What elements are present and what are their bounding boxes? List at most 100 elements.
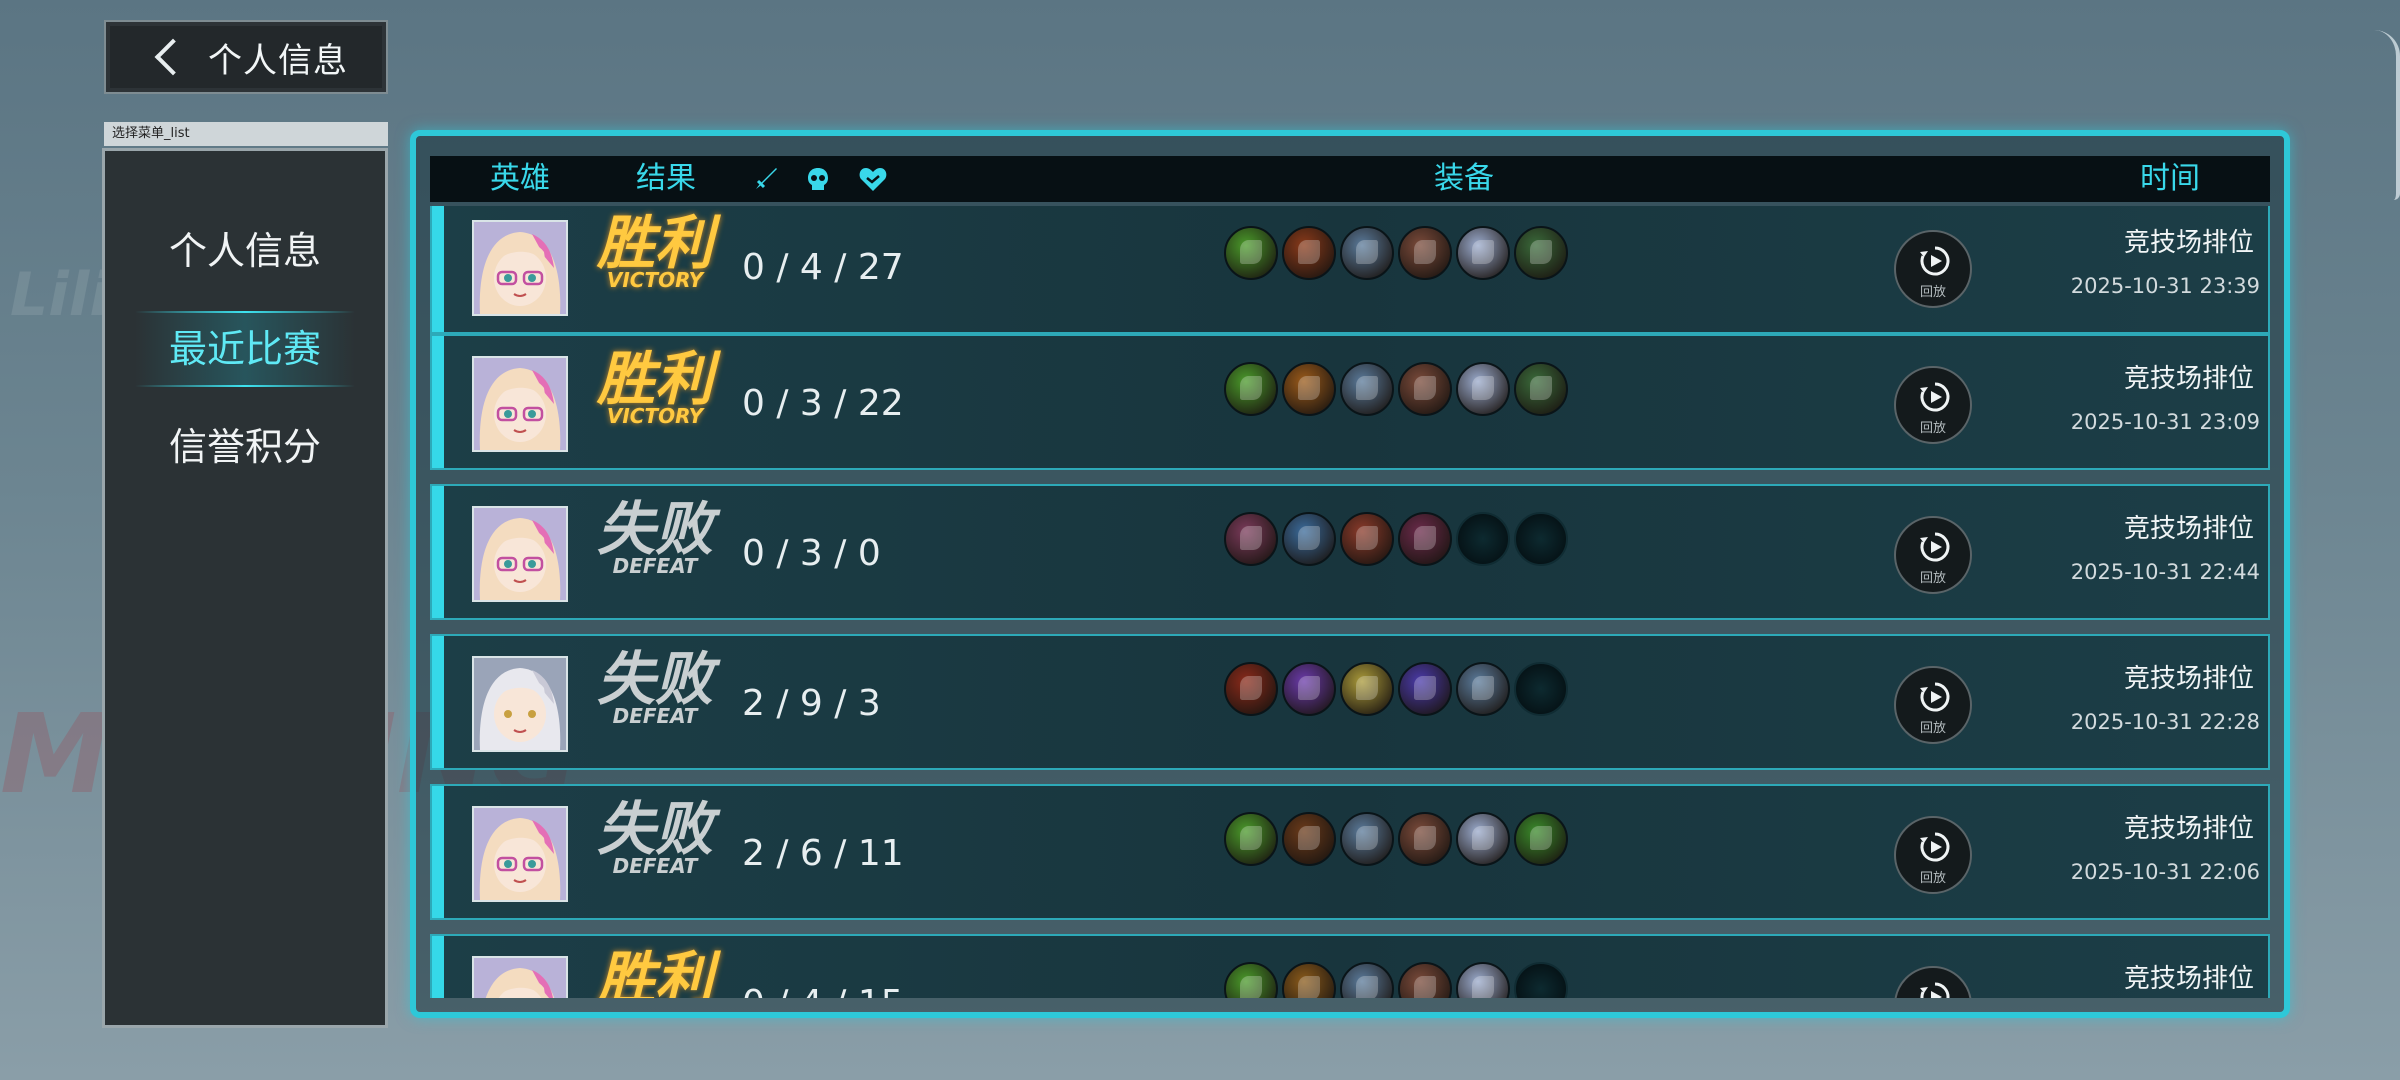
equipment-item-icon[interactable] — [1224, 662, 1278, 716]
replay-button[interactable]: 回放 — [1894, 516, 1972, 594]
equipment-item-icon[interactable] — [1340, 812, 1394, 866]
equipment-item-icon[interactable] — [1456, 226, 1510, 280]
kda-stats: 2 / 9 / 3 — [742, 683, 881, 724]
equipment-item-icon[interactable] — [1340, 362, 1394, 416]
equipment-list — [1224, 812, 1568, 866]
replay-button[interactable]: 回放 — [1894, 230, 1972, 308]
equipment-item-icon[interactable] — [1456, 962, 1510, 998]
item-slot-empty[interactable] — [1514, 962, 1568, 998]
header-result: 结果 — [636, 161, 696, 196]
match-row[interactable]: 失败 DEFEAT 0 / 3 / 0 回放 竞技场排位 2025-10-31 … — [430, 484, 2270, 620]
replay-icon — [1920, 532, 1950, 562]
equipment-item-icon[interactable] — [1282, 226, 1336, 280]
game-mode: 竞技场排位 — [2123, 964, 2254, 994]
hero-avatar[interactable] — [472, 806, 568, 902]
menu-caption: 选择菜单_list — [104, 122, 388, 146]
hero-avatar[interactable] — [472, 220, 568, 316]
back-button[interactable]: 个人信息 — [104, 20, 388, 94]
table-header: 英雄 结果 装备 时间 — [430, 156, 2270, 202]
replay-button[interactable]: 回放 — [1894, 816, 1972, 894]
row-accent-bar — [432, 636, 444, 768]
equipment-list — [1224, 226, 1568, 280]
equipment-item-icon[interactable] — [1224, 812, 1278, 866]
result-text: 失败 — [596, 795, 713, 863]
equipment-item-icon[interactable] — [1282, 962, 1336, 998]
match-row[interactable]: 胜利 VICTORY 0 / 4 / 15 回放 竞技场排位 — [430, 934, 2270, 998]
match-result: 胜利 VICTORY — [590, 346, 720, 426]
equipment-item-icon[interactable] — [1282, 362, 1336, 416]
equipment-item-icon[interactable] — [1282, 812, 1336, 866]
hero-avatar[interactable] — [472, 356, 568, 452]
equipment-item-icon[interactable] — [1224, 512, 1278, 566]
game-mode: 竞技场排位 — [2123, 228, 2254, 258]
equipment-item-icon[interactable] — [1398, 962, 1452, 998]
equipment-item-icon[interactable] — [1398, 662, 1452, 716]
item-slot-empty[interactable] — [1514, 512, 1568, 566]
row-accent-bar — [432, 336, 444, 468]
equipment-item-icon[interactable] — [1514, 812, 1568, 866]
equipment-item-icon[interactable] — [1514, 226, 1568, 280]
match-row[interactable]: 胜利 VICTORY 0 / 3 / 22 回放 竞技场排位 2025-10-3… — [430, 334, 2270, 470]
replay-label: 回放 — [1919, 871, 1946, 886]
item-slot-empty[interactable] — [1456, 512, 1510, 566]
match-time: 2025-10-31 22:06 — [2070, 860, 2260, 884]
equipment-item-icon[interactable] — [1398, 226, 1452, 280]
equipment-list — [1224, 962, 1568, 998]
match-result: 失败 DEFEAT — [590, 646, 720, 726]
equipment-item-icon[interactable] — [1224, 362, 1278, 416]
replay-button[interactable]: 回放 — [1894, 666, 1972, 744]
replay-label: 回放 — [1919, 721, 1946, 736]
game-mode: 竞技场排位 — [2123, 664, 2254, 694]
match-result: 失败 DEFEAT — [590, 496, 720, 576]
match-time: 2025-10-31 23:39 — [2070, 274, 2260, 298]
equipment-item-icon[interactable] — [1340, 662, 1394, 716]
replay-label: 回放 — [1919, 571, 1946, 586]
kda-stats: 0 / 4 / 27 — [742, 247, 904, 288]
equipment-item-icon[interactable] — [1398, 362, 1452, 416]
kda-stats: 0 / 4 / 15 — [742, 936, 904, 998]
header-time: 时间 — [2140, 161, 2200, 196]
equipment-item-icon[interactable] — [1224, 962, 1278, 998]
item-slot-empty[interactable] — [1514, 662, 1568, 716]
equipment-item-icon[interactable] — [1456, 662, 1510, 716]
equipment-list — [1224, 362, 1568, 416]
match-list[interactable]: 胜利 VICTORY 0 / 4 / 27 回放 竞技场排位 2025-10-3… — [430, 206, 2270, 998]
result-text: 胜利 — [596, 209, 713, 277]
equipment-item-icon[interactable] — [1340, 962, 1394, 998]
back-button-label: 个人信息 — [208, 40, 348, 81]
equipment-item-icon[interactable] — [1282, 662, 1336, 716]
row-accent-bar — [432, 206, 444, 332]
result-text: 胜利 — [596, 345, 713, 413]
hero-avatar[interactable] — [472, 506, 568, 602]
menu-item-profile[interactable]: 个人信息 — [135, 213, 355, 289]
menu-item-recent-matches[interactable]: 最近比赛 — [135, 311, 355, 387]
equipment-item-icon[interactable] — [1224, 226, 1278, 280]
equipment-item-icon[interactable] — [1398, 512, 1452, 566]
edge-swipe-handle[interactable] — [2374, 30, 2400, 200]
equipment-item-icon[interactable] — [1340, 512, 1394, 566]
hero-avatar[interactable] — [472, 956, 568, 998]
equipment-item-icon[interactable] — [1398, 812, 1452, 866]
kda-stats: 0 / 3 / 0 — [742, 533, 881, 574]
equipment-item-icon[interactable] — [1514, 362, 1568, 416]
handshake-heart-icon — [859, 168, 887, 191]
sword-icon — [756, 168, 777, 189]
replay-label: 回放 — [1919, 285, 1946, 300]
match-row[interactable]: 胜利 VICTORY 0 / 4 / 27 回放 竞技场排位 2025-10-3… — [430, 206, 2270, 334]
hero-avatar[interactable] — [472, 656, 568, 752]
equipment-item-icon[interactable] — [1456, 362, 1510, 416]
menu-item-credit-score[interactable]: 信誉积分 — [135, 409, 355, 485]
side-menu: 个人信息 最近比赛 信誉积分 — [102, 148, 388, 1028]
kda-stats: 2 / 6 / 11 — [742, 833, 904, 874]
game-mode: 竞技场排位 — [2123, 814, 2254, 844]
replay-button[interactable]: 回放 — [1894, 366, 1972, 444]
equipment-item-icon[interactable] — [1340, 226, 1394, 280]
match-row[interactable]: 失败 DEFEAT 2 / 6 / 11 回放 竞技场排位 2025-10-31… — [430, 784, 2270, 920]
equipment-item-icon[interactable] — [1282, 512, 1336, 566]
game-mode: 竞技场排位 — [2123, 514, 2254, 544]
equipment-item-icon[interactable] — [1456, 812, 1510, 866]
header-equipment: 装备 — [1434, 161, 1494, 196]
match-row[interactable]: 失败 DEFEAT 2 / 9 / 3 回放 竞技场排位 2025-10-31 … — [430, 634, 2270, 770]
replay-icon — [1920, 382, 1950, 412]
replay-button[interactable]: 回放 — [1894, 966, 1972, 998]
